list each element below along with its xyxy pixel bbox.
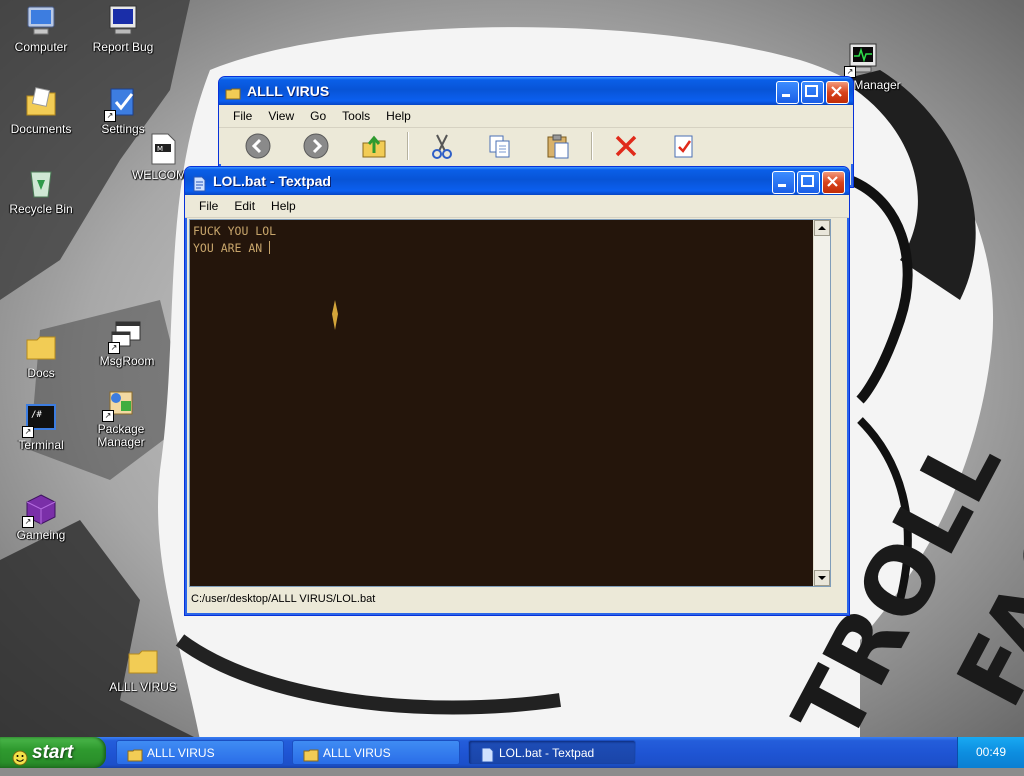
desktop-icon-documents[interactable]: Documents bbox=[0, 86, 84, 136]
shortcut-arrow-icon: ↗ bbox=[22, 516, 34, 528]
svg-text:/#: /# bbox=[31, 410, 42, 420]
close-button[interactable] bbox=[826, 81, 849, 104]
vertical-scrollbar[interactable] bbox=[813, 220, 830, 586]
up-folder-button[interactable] bbox=[345, 130, 403, 162]
menu-file[interactable]: File bbox=[191, 199, 226, 213]
desktop-icon-msgroom[interactable]: ↗ MsgRoom bbox=[84, 318, 170, 368]
properties-icon bbox=[674, 135, 693, 158]
start-label: start bbox=[32, 742, 74, 763]
shortcut-arrow-icon: ↗ bbox=[102, 410, 114, 422]
delete-icon bbox=[615, 135, 637, 157]
clock[interactable]: 00:49 bbox=[976, 745, 1006, 759]
textpad-title: LOL.bat - Textpad bbox=[213, 173, 331, 189]
minimize-button[interactable] bbox=[772, 171, 795, 194]
minimize-button[interactable] bbox=[776, 81, 799, 104]
computer-icon bbox=[24, 4, 58, 38]
forward-icon bbox=[303, 133, 329, 159]
taskbar-item-alll-virus-2[interactable]: ALLL VIRUS bbox=[292, 740, 460, 765]
textpad-window[interactable]: LOL.bat - Textpad File Edit Help FUCK YO… bbox=[184, 166, 850, 616]
desktop-icon-gameing[interactable]: ↗ Gameing bbox=[0, 492, 84, 542]
chat-window-icon: ↗ bbox=[108, 318, 144, 354]
taskbar: start ALLL VIRUS ALLL VIRUS LOL.bat - Te… bbox=[0, 737, 1024, 768]
explorer-menubar: File View Go Tools Help bbox=[219, 105, 853, 128]
properties-button[interactable] bbox=[655, 130, 713, 162]
document-icon: M bbox=[146, 132, 180, 166]
desktop-icon-terminal[interactable]: /# ↗ Terminal bbox=[0, 402, 84, 452]
desktop-icon-settings[interactable]: ↗ Settings bbox=[80, 86, 166, 136]
folder-icon bbox=[303, 746, 319, 762]
copy-icon bbox=[489, 135, 510, 158]
game-cube-icon: ↗ bbox=[22, 492, 58, 528]
back-icon bbox=[245, 133, 271, 159]
folder-icon bbox=[24, 330, 58, 364]
system-tray: 00:49 bbox=[957, 737, 1024, 768]
notepad-icon bbox=[479, 746, 495, 763]
folder-icon bbox=[225, 83, 241, 100]
taskbar-item-label: LOL.bat - Textpad bbox=[499, 746, 595, 760]
monitor-icon bbox=[106, 4, 140, 38]
forward-button[interactable] bbox=[287, 130, 345, 162]
taskbar-item-alll-virus-1[interactable]: ALLL VIRUS bbox=[116, 740, 284, 765]
svg-text:M: M bbox=[157, 145, 163, 153]
menu-view[interactable]: View bbox=[260, 109, 302, 123]
maximize-button[interactable] bbox=[801, 81, 824, 104]
taskbar-item-textpad[interactable]: LOL.bat - Textpad bbox=[468, 740, 636, 765]
paste-icon bbox=[547, 134, 569, 159]
recycle-bin-icon bbox=[24, 166, 58, 200]
up-folder-icon bbox=[362, 135, 386, 158]
desktop-icon-alll-virus[interactable]: ALLL VIRUS bbox=[100, 644, 186, 694]
explorer-titlebar[interactable]: ALLL VIRUS bbox=[219, 77, 853, 105]
textpad-menubar: File Edit Help bbox=[185, 195, 849, 218]
desktop-icon-computer[interactable]: Computer bbox=[0, 4, 84, 54]
status-bar-path: C:/user/desktop/ALLL VIRUS/LOL.bat bbox=[191, 593, 376, 605]
menu-go[interactable]: Go bbox=[302, 109, 334, 123]
shortcut-arrow-icon: ↗ bbox=[108, 342, 120, 354]
notepad-icon bbox=[191, 173, 207, 192]
desktop-icon-package-manager[interactable]: ↗ Package Manager bbox=[78, 386, 164, 449]
smiley-logo-icon bbox=[12, 745, 28, 766]
editor-line-1: FUCK YOU LOL bbox=[193, 224, 277, 238]
menu-help[interactable]: Help bbox=[263, 199, 304, 213]
close-button[interactable] bbox=[822, 171, 845, 194]
folder-icon bbox=[126, 644, 160, 678]
paste-button[interactable] bbox=[529, 130, 587, 162]
editor-line-2: YOU ARE AN bbox=[193, 241, 271, 255]
folder-icon bbox=[127, 746, 143, 762]
menu-edit[interactable]: Edit bbox=[226, 199, 263, 213]
copy-button[interactable] bbox=[471, 130, 529, 162]
menu-help[interactable]: Help bbox=[378, 109, 419, 123]
start-button[interactable]: start bbox=[0, 737, 106, 768]
folder-documents-icon bbox=[24, 86, 58, 120]
explorer-toolbar bbox=[219, 128, 853, 164]
text-caret bbox=[269, 241, 271, 254]
package-manager-icon: ↗ bbox=[102, 386, 138, 422]
shortcut-arrow-icon: ↗ bbox=[104, 110, 116, 122]
desktop-icon-docs[interactable]: Docs bbox=[0, 330, 84, 380]
scroll-down-button[interactable] bbox=[814, 570, 830, 586]
explorer-title: ALLL VIRUS bbox=[247, 83, 330, 99]
cut-icon bbox=[432, 134, 452, 159]
taskbar-item-label: ALLL VIRUS bbox=[147, 746, 215, 760]
delete-button[interactable] bbox=[597, 130, 655, 162]
mouse-text-cursor-icon bbox=[332, 300, 338, 330]
cut-button[interactable] bbox=[413, 130, 471, 162]
menu-file[interactable]: File bbox=[225, 109, 260, 123]
back-button[interactable] bbox=[229, 130, 287, 162]
maximize-button[interactable] bbox=[797, 171, 820, 194]
desktop-icon-report-bug[interactable]: Report Bug bbox=[80, 4, 166, 54]
terminal-icon: /# ↗ bbox=[22, 402, 58, 438]
toolbar-separator bbox=[591, 132, 593, 160]
desktop-icon-recycle-bin[interactable]: Recycle Bin bbox=[0, 166, 84, 216]
textpad-titlebar[interactable]: LOL.bat - Textpad bbox=[185, 167, 849, 195]
menu-tools[interactable]: Tools bbox=[334, 109, 378, 123]
shortcut-arrow-icon: ↗ bbox=[22, 426, 34, 438]
scroll-up-button[interactable] bbox=[814, 220, 830, 236]
task-manager-icon: ↗ bbox=[844, 42, 880, 78]
text-editor-area[interactable]: FUCK YOU LOL YOU ARE AN bbox=[189, 219, 831, 587]
taskbar-item-label: ALLL VIRUS bbox=[323, 746, 391, 760]
settings-icon: ↗ bbox=[104, 86, 140, 122]
editor-content[interactable]: FUCK YOU LOL YOU ARE AN bbox=[193, 223, 276, 257]
toolbar-separator bbox=[407, 132, 409, 160]
